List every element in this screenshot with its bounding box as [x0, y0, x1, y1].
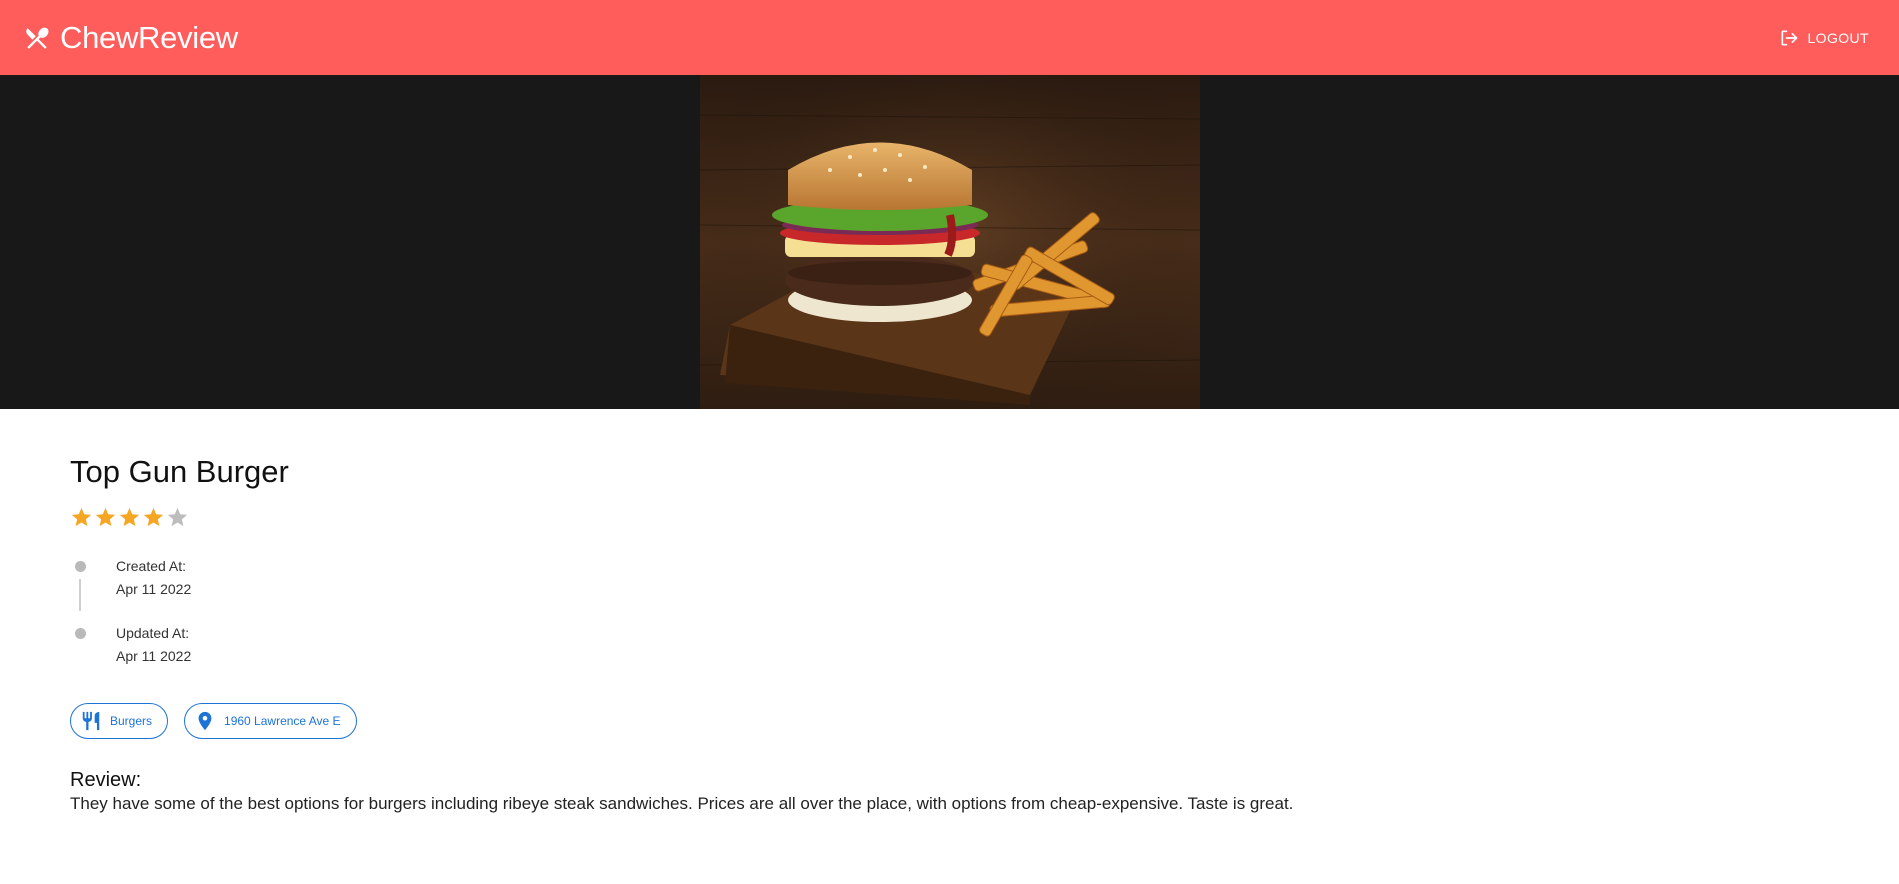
- review-content: Top Gun Burger Created At: Apr 11 2022 U…: [0, 409, 1899, 814]
- restaurant-icon: [80, 710, 102, 732]
- star-filled-icon: [119, 507, 140, 527]
- review-body: They have some of the best options for b…: [70, 794, 1294, 813]
- star-filled-icon: [95, 507, 116, 527]
- app-title: ChewReview: [60, 19, 238, 55]
- location-label: 1960 Lawrence Ave E: [224, 714, 341, 728]
- category-label: Burgers: [110, 714, 153, 728]
- hero-banner: [0, 75, 1899, 409]
- fork-spoon-crossed-icon: [22, 23, 52, 53]
- updated-label: Updated At:: [116, 625, 190, 641]
- logout-button[interactable]: LOGOUT: [1779, 28, 1869, 48]
- timeline-dot: [75, 561, 86, 572]
- timeline-item-updated: Updated At: Apr 11 2022: [75, 622, 1899, 689]
- created-date: Apr 11 2022: [116, 581, 192, 597]
- location-pin-icon: [194, 710, 216, 732]
- restaurant-photo: [699, 75, 1200, 409]
- review-heading: Review:: [70, 769, 142, 791]
- star-filled-icon: [71, 507, 92, 527]
- timeline: Created At: Apr 11 2022 Updated At: Apr …: [70, 555, 1899, 689]
- star-empty-icon: [167, 507, 188, 527]
- logout-icon: [1779, 28, 1799, 48]
- restaurant-name: Top Gun Burger: [70, 454, 289, 489]
- star-rating: [70, 506, 1899, 529]
- location-chip[interactable]: 1960 Lawrence Ave E: [184, 703, 357, 739]
- logout-label: LOGOUT: [1807, 29, 1869, 46]
- app-bar: ChewReview LOGOUT: [0, 0, 1899, 75]
- timeline-item-created: Created At: Apr 11 2022: [75, 555, 1899, 622]
- updated-date: Apr 11 2022: [116, 648, 192, 664]
- brand[interactable]: ChewReview: [22, 20, 238, 56]
- timeline-dot: [75, 628, 86, 639]
- created-label: Created At:: [116, 558, 187, 574]
- star-filled-icon: [143, 507, 164, 527]
- tag-chips: Burgers 1960 Lawrence Ave E: [70, 703, 1899, 739]
- category-chip[interactable]: Burgers: [70, 703, 169, 739]
- timeline-connector: [79, 579, 81, 611]
